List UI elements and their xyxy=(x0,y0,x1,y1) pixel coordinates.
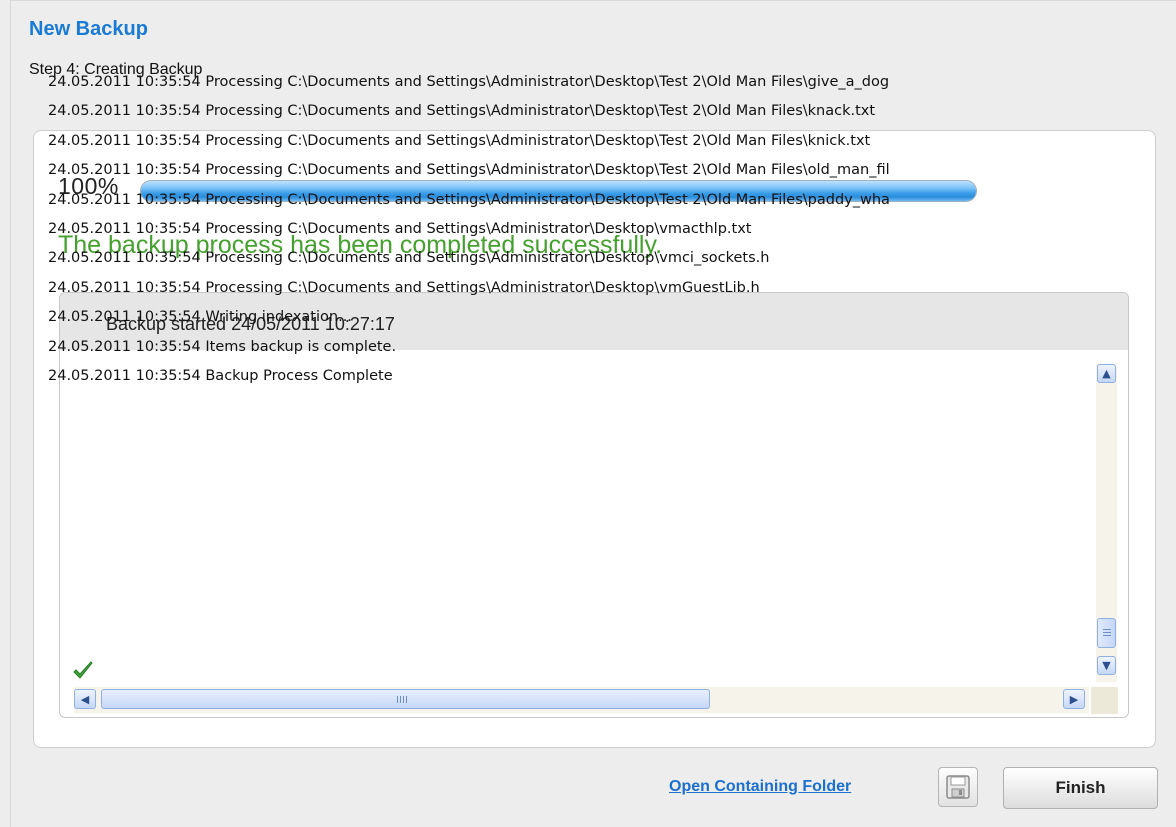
page-title: New Backup xyxy=(29,18,148,40)
chevron-down-icon: ▼ xyxy=(1102,659,1111,672)
log-line: 24.05.2011 10:35:54 Processing C:\Docume… xyxy=(48,191,890,208)
finish-button[interactable]: Finish xyxy=(1003,767,1158,809)
horizontal-scroll-thumb[interactable] xyxy=(101,689,710,709)
scroll-right-button[interactable]: ▶ xyxy=(1063,689,1085,709)
chevron-right-icon: ▶ xyxy=(1069,692,1079,706)
log-lines: 24.05.2011 10:35:54 Processing C:\Docume… xyxy=(48,68,1088,398)
log-line: 24.05.2011 10:35:54 Processing C:\Docume… xyxy=(48,220,752,237)
open-containing-folder-link[interactable]: Open Containing Folder xyxy=(669,778,851,796)
floppy-disk-icon xyxy=(946,775,970,799)
log-line: 24.05.2011 10:35:54 Writing indexation..… xyxy=(48,309,352,326)
chevron-left-icon: ◀ xyxy=(80,692,90,706)
log-line: 24.05.2011 10:35:54 Processing C:\Docume… xyxy=(48,250,770,267)
checkmark-icon xyxy=(73,661,93,679)
scrollbar-corner xyxy=(1091,687,1118,714)
save-log-button[interactable] xyxy=(938,767,978,807)
log-line: 24.05.2011 10:35:54 Processing C:\Docume… xyxy=(48,279,760,296)
vertical-scroll-thumb[interactable] xyxy=(1097,618,1116,648)
log-line: 24.05.2011 10:35:54 Processing C:\Docume… xyxy=(48,132,871,149)
log-line: 24.05.2011 10:35:54 Backup Process Compl… xyxy=(48,367,393,384)
log-line: 24.05.2011 10:35:54 Processing C:\Docume… xyxy=(48,103,876,120)
chevron-up-icon: ▲ xyxy=(1102,367,1111,380)
scroll-down-button[interactable]: ▼ xyxy=(1097,656,1116,675)
log-line: 24.05.2011 10:35:54 Processing C:\Docume… xyxy=(48,74,890,90)
scroll-up-button[interactable]: ▲ xyxy=(1097,364,1116,383)
scroll-left-button[interactable]: ◀ xyxy=(74,689,96,709)
log-line: 24.05.2011 10:35:54 Items backup is comp… xyxy=(48,338,397,355)
log-line: 24.05.2011 10:35:54 Processing C:\Docume… xyxy=(48,162,890,179)
